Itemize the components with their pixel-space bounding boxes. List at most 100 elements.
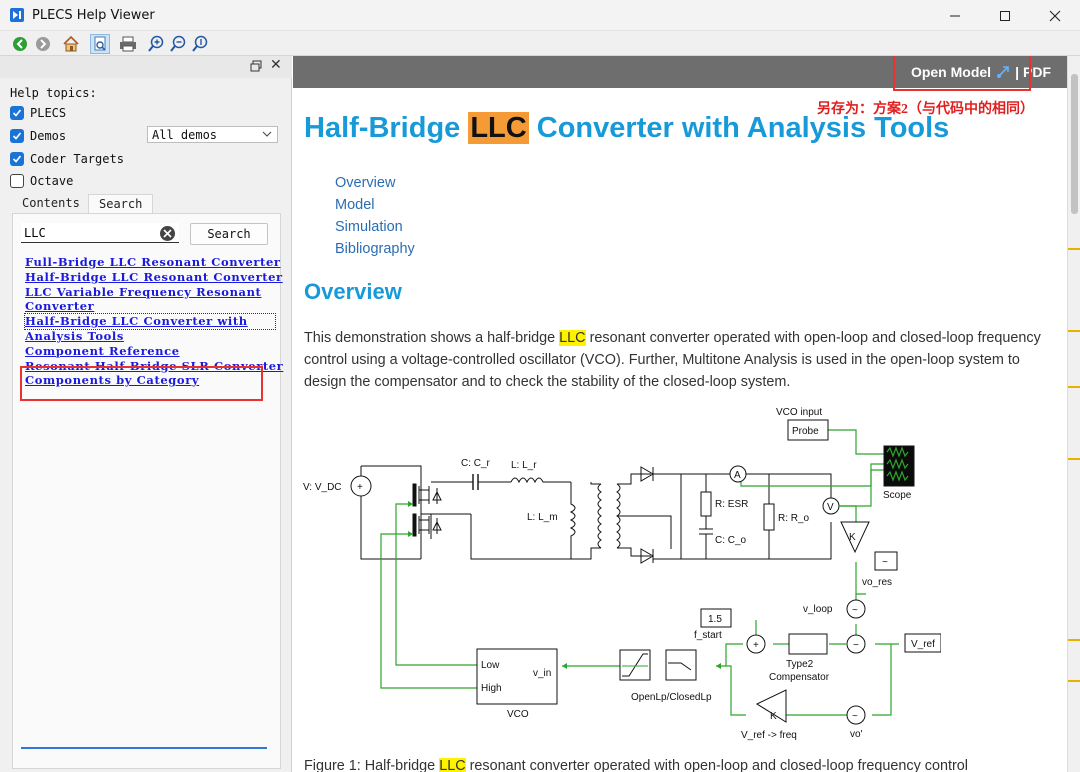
back-icon bbox=[13, 37, 27, 51]
help-topics-panel: ✕ Help topics: PLECS Demos All demos Cod… bbox=[0, 56, 292, 772]
v-loop-label: v_loop bbox=[803, 604, 833, 615]
window-title: PLECS Help Viewer bbox=[32, 8, 155, 23]
search-highlight: LLC bbox=[559, 330, 586, 346]
sum-plus-label: + bbox=[753, 640, 759, 651]
result-link-selected[interactable]: Half-Bridge LLC Converter with bbox=[24, 313, 276, 330]
sync-toc-icon bbox=[94, 36, 106, 51]
checkbox-unchecked-icon[interactable] bbox=[10, 174, 24, 188]
close-icon bbox=[1049, 10, 1061, 21]
toc-link-simulation[interactable]: Simulation bbox=[335, 216, 415, 238]
figure-caption: Figure 1: Half-bridge LLC resonant conve… bbox=[304, 758, 968, 772]
checkbox-checked-icon[interactable] bbox=[10, 106, 24, 120]
page-title: Half-Bridge LLC Converter with Analysis … bbox=[304, 112, 950, 144]
vco-high-label: High bbox=[481, 683, 502, 694]
float-dock-icon[interactable] bbox=[250, 60, 262, 72]
overview-paragraph: This demonstration shows a half-bridge L… bbox=[304, 330, 1041, 390]
help-content: Open Model | PDF 另存为：方案2（与代码中的相同） Half-B… bbox=[293, 56, 1067, 772]
scrollbar-thumb[interactable] bbox=[1071, 74, 1078, 214]
toc-link-model[interactable]: Model bbox=[335, 194, 415, 216]
zoom-in-icon bbox=[148, 35, 164, 52]
v-ref-label: V_ref bbox=[911, 639, 935, 650]
zoom-out-button[interactable] bbox=[168, 34, 188, 54]
result-link[interactable]: Converter bbox=[25, 299, 275, 314]
search-hit-marker bbox=[1068, 386, 1080, 388]
overview-heading: Overview bbox=[304, 279, 402, 304]
probe-label: Probe bbox=[792, 426, 819, 437]
ro-label: R: R_o bbox=[778, 513, 810, 524]
f-start-label: f_start bbox=[694, 630, 722, 641]
zoom-reset-button[interactable] bbox=[190, 34, 210, 54]
highlight-box bbox=[20, 366, 263, 401]
home-button[interactable] bbox=[61, 34, 81, 54]
search-highlight: LLC bbox=[439, 758, 466, 772]
home-icon bbox=[63, 35, 79, 52]
maximize-button[interactable] bbox=[980, 0, 1030, 31]
search-input[interactable] bbox=[21, 223, 179, 243]
vco-low-label: Low bbox=[481, 660, 500, 671]
result-link[interactable]: Component Reference bbox=[25, 344, 275, 359]
scope-label: Scope bbox=[883, 490, 912, 501]
filter-demos[interactable]: Demos bbox=[10, 128, 66, 144]
forward-icon bbox=[36, 37, 50, 51]
zoom-out-icon bbox=[170, 35, 186, 52]
search-hit-marker bbox=[1068, 458, 1080, 460]
search-hit-marker bbox=[1068, 248, 1080, 250]
co-label: C: C_o bbox=[715, 535, 747, 546]
title-bar: PLECS Help Viewer bbox=[0, 0, 1080, 31]
tab-search[interactable]: Search bbox=[88, 194, 154, 214]
help-topics-label: Help topics: bbox=[10, 86, 97, 100]
result-link[interactable]: Half-Bridge LLC Resonant Converter bbox=[25, 270, 282, 285]
search-button[interactable]: Search bbox=[190, 223, 268, 245]
esr-label: R: ESR bbox=[715, 499, 748, 510]
vo-res-label: vo_res bbox=[862, 577, 892, 588]
zoom-reset-icon bbox=[192, 35, 208, 52]
sync-contents-button[interactable] bbox=[90, 34, 110, 54]
filter-coder-targets[interactable]: Coder Targets bbox=[10, 151, 124, 167]
forward-button[interactable] bbox=[33, 34, 53, 54]
schematic-figure: V: V_DC + C: C_r L: L_r L: L_m R: ESR C:… bbox=[303, 407, 941, 741]
search-highlight: LLC bbox=[468, 112, 529, 144]
back-button[interactable] bbox=[10, 34, 30, 54]
search-hit-marker bbox=[1068, 639, 1080, 641]
toc-link-bibliography[interactable]: Bibliography bbox=[335, 238, 415, 260]
tab-contents[interactable]: Contents bbox=[12, 194, 90, 214]
table-of-contents: Overview Model Simulation Bibliography bbox=[335, 172, 415, 260]
checkbox-checked-icon[interactable] bbox=[10, 152, 24, 166]
tilde-label: ~ bbox=[882, 557, 888, 568]
sum-plus-label: + bbox=[357, 482, 363, 493]
minimize-button[interactable] bbox=[930, 0, 980, 31]
clear-search-icon[interactable] bbox=[160, 226, 175, 241]
lr-label: L: L_r bbox=[511, 460, 537, 471]
plecs-app-icon bbox=[10, 8, 24, 22]
dock-header: ✕ bbox=[0, 56, 292, 78]
result-link[interactable]: LLC Variable Frequency Resonant bbox=[25, 285, 275, 300]
vo-prime-label: vo' bbox=[850, 729, 863, 740]
search-hit-marker bbox=[1068, 330, 1080, 332]
vco-label: VCO bbox=[507, 709, 529, 720]
toc-link-overview[interactable]: Overview bbox=[335, 172, 415, 194]
demos-filter-select[interactable]: All demos bbox=[147, 126, 278, 143]
maximize-icon bbox=[1000, 10, 1010, 21]
lm-label: L: L_m bbox=[527, 512, 558, 523]
dock-close-icon[interactable]: ✕ bbox=[270, 57, 282, 73]
filter-plecs[interactable]: PLECS bbox=[10, 105, 66, 121]
zoom-in-button[interactable] bbox=[146, 34, 166, 54]
f-start-value: 1.5 bbox=[708, 614, 722, 625]
content-scrollbar[interactable] bbox=[1067, 56, 1080, 772]
openloop-switch-label: OpenLp/ClosedLp bbox=[631, 692, 712, 703]
vref-freq-label: V_ref -> freq bbox=[741, 730, 797, 741]
print-icon bbox=[120, 36, 136, 52]
result-link[interactable]: Full-Bridge LLC Resonant Converter bbox=[25, 255, 280, 270]
gain-label: K bbox=[849, 532, 856, 543]
close-button[interactable] bbox=[1030, 0, 1080, 31]
chevron-down-icon bbox=[262, 131, 272, 137]
minimize-icon bbox=[950, 15, 960, 16]
filter-octave[interactable]: Octave bbox=[10, 173, 73, 189]
type2-label: Type2 bbox=[786, 659, 814, 670]
toolbar bbox=[0, 31, 1080, 56]
print-button[interactable] bbox=[118, 34, 138, 54]
vco-input-label: VCO input bbox=[776, 407, 822, 418]
result-link-selected[interactable]: Analysis Tools bbox=[25, 329, 275, 344]
checkbox-checked-icon[interactable] bbox=[10, 129, 24, 143]
search-hit-marker bbox=[1068, 680, 1080, 682]
